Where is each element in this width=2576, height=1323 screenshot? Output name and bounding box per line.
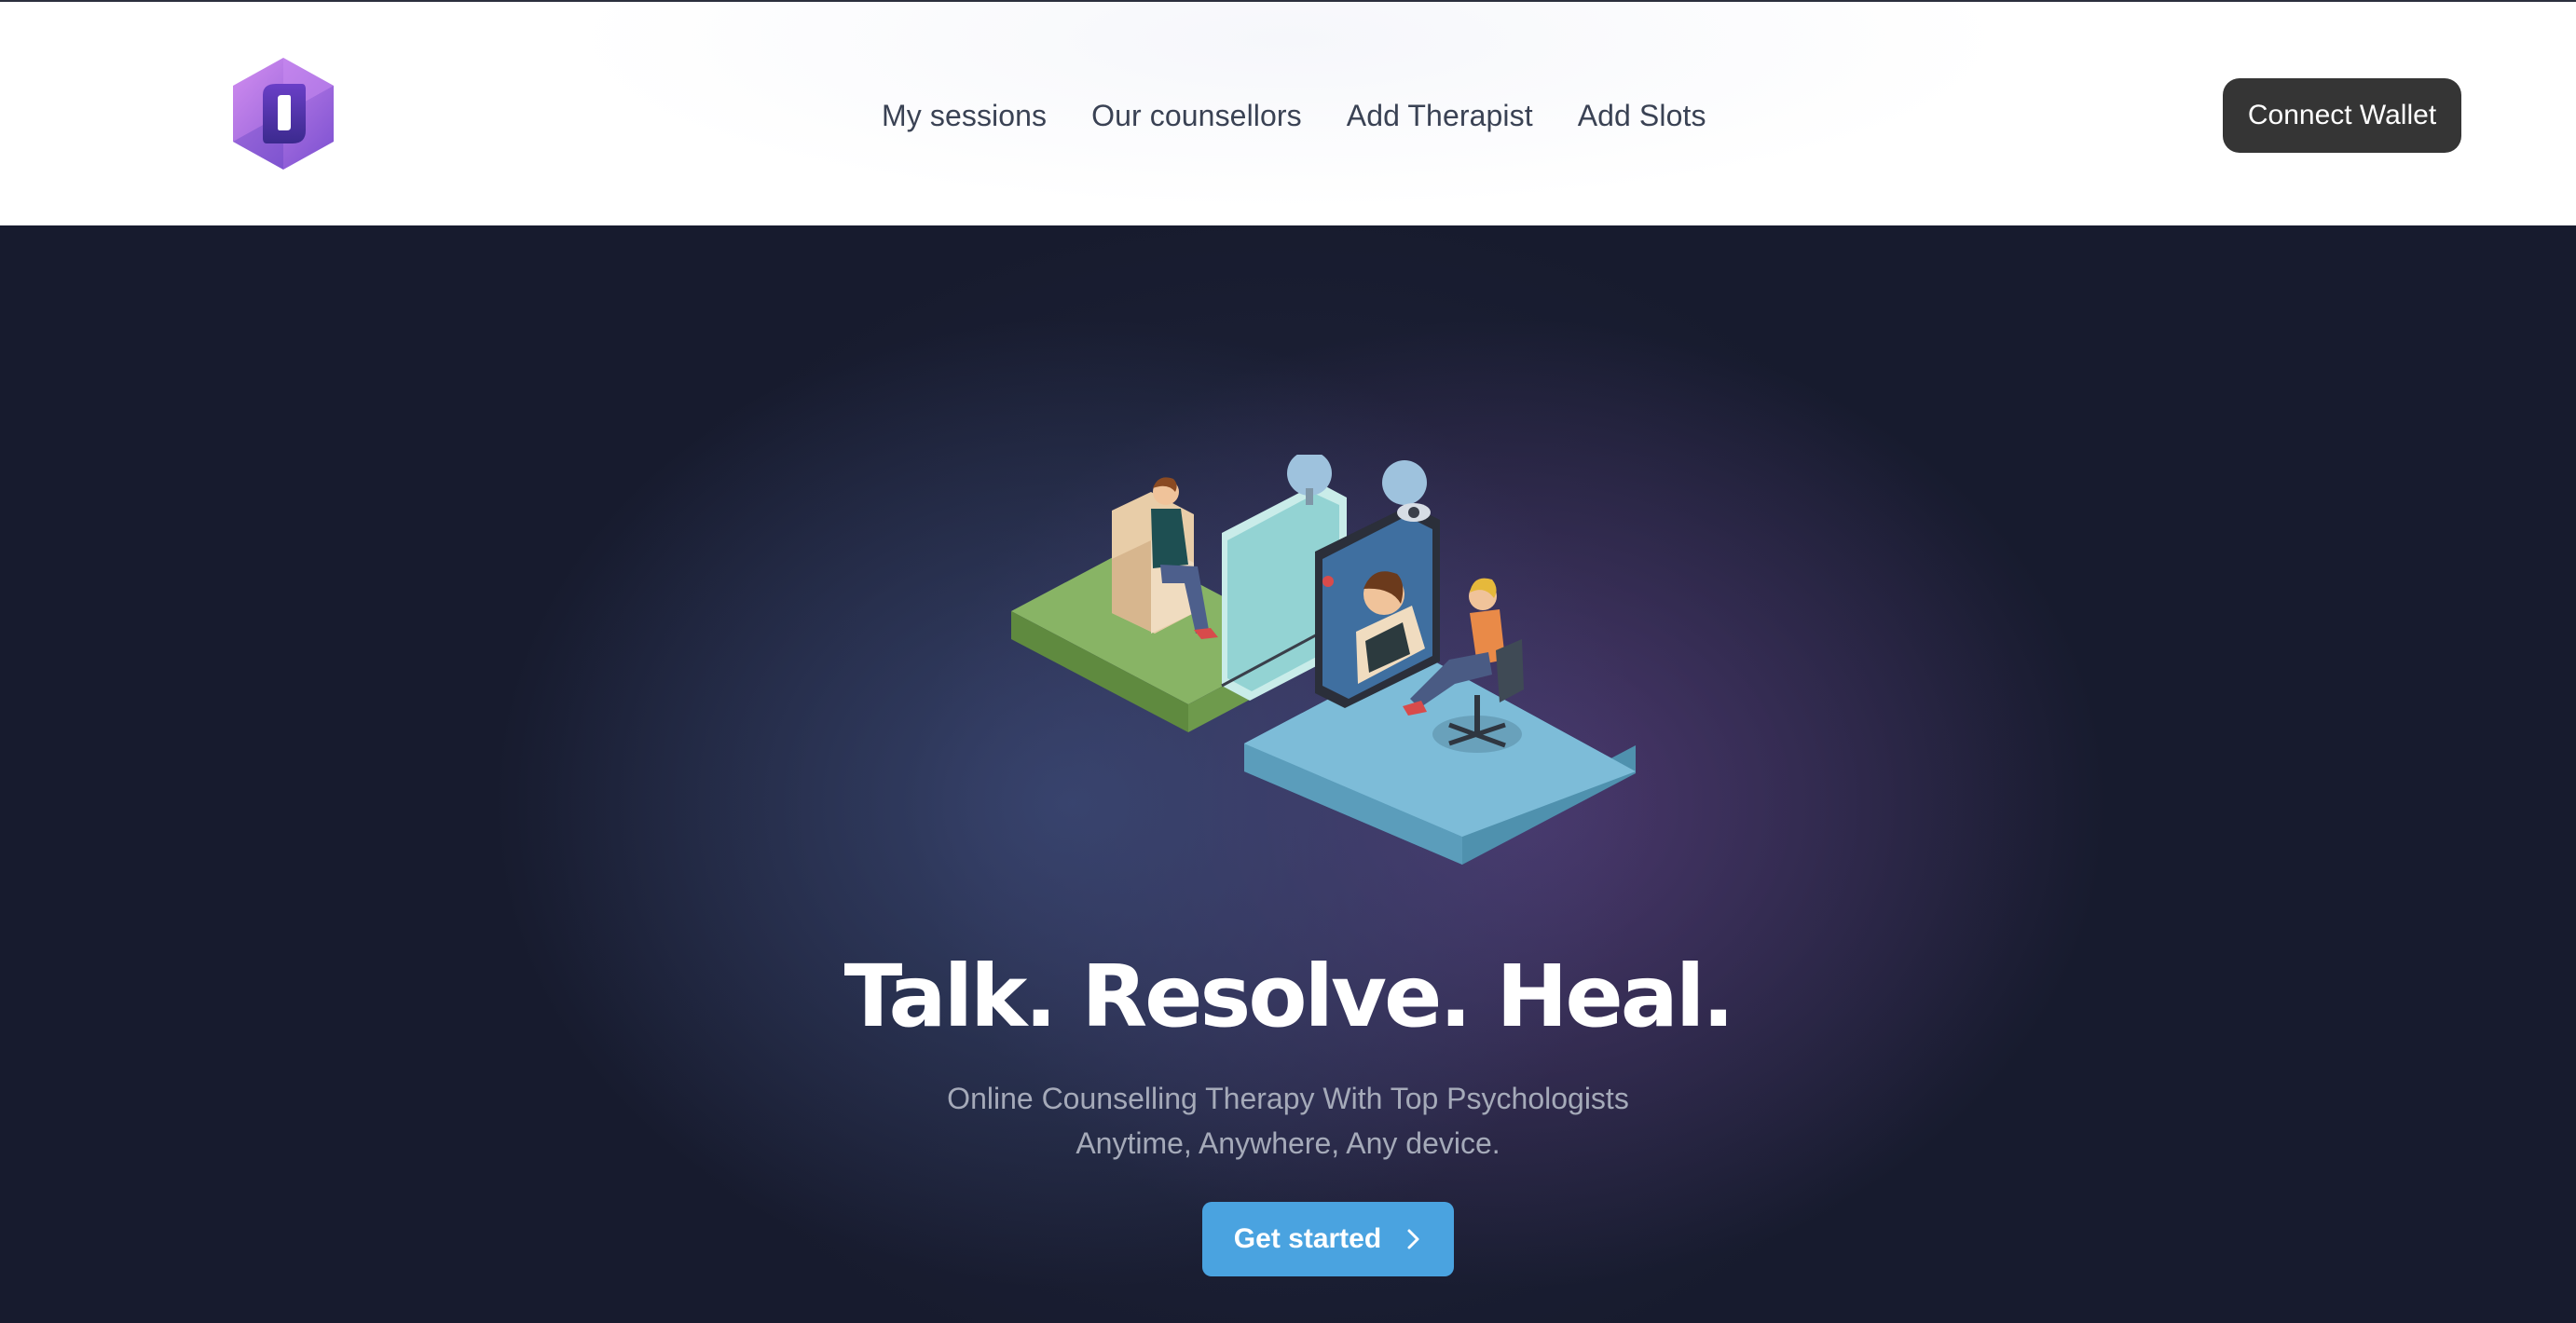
hero-subtitle-line2: Anytime, Anywhere, Any device. [1076,1126,1500,1160]
main-nav: My sessions Our counsellors Add Therapis… [882,91,1706,140]
nav-our-counsellors[interactable]: Our counsellors [1091,99,1302,133]
hero-subtitle-line1: Online Counselling Therapy With Top Psyc… [947,1082,1629,1115]
get-started-label: Get started [1233,1223,1382,1254]
navbar: My sessions Our counsellors Add Therapis… [0,2,2576,226]
online-therapy-session-illustration [1011,455,1636,865]
nav-my-sessions[interactable]: My sessions [882,99,1047,133]
nav-add-therapist[interactable]: Add Therapist [1347,99,1533,133]
chevron-right-icon [1407,1229,1419,1249]
hero-headline: Talk. Resolve. Heal. [843,947,1735,1046]
nav-add-slots[interactable]: Add Slots [1578,99,1706,133]
get-started-button[interactable]: Get started [1202,1202,1454,1276]
hexagon-logo-icon[interactable] [229,56,337,171]
connect-wallet-button[interactable]: Connect Wallet [2223,78,2461,153]
